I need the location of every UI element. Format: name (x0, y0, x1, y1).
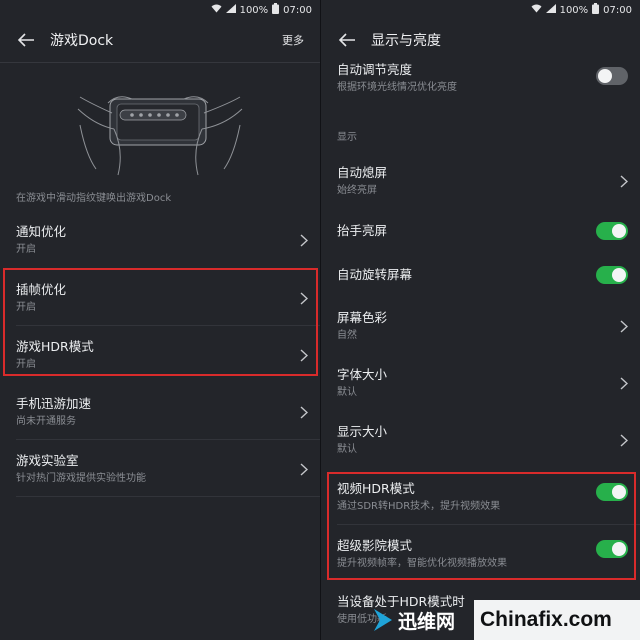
setting-title: 抬手亮屏 (337, 223, 388, 238)
wifi-icon (211, 4, 222, 16)
highlight-box (3, 268, 318, 376)
chevron-right-icon (620, 318, 629, 337)
setting-game-lab[interactable]: 游戏实验室 针对热门游戏提供实验性功能 (0, 440, 320, 497)
battery-icon (592, 3, 600, 17)
clock: 07:00 (283, 4, 312, 16)
setting-mobile-game-boost[interactable]: 手机迅游加速 尚未开通服务 (0, 383, 320, 440)
setting-title: 通知优化 (16, 224, 67, 239)
setting-title: 自动熄屏 (337, 165, 388, 180)
app-bar: 显示与亮度 (321, 18, 640, 62)
section-header-display: 显示 (337, 132, 357, 143)
signal-icon (225, 4, 236, 16)
setting-auto-screen-off[interactable]: 自动熄屏 始终亮屏 (321, 152, 640, 209)
illustration-caption: 在游戏中滑动指纹键唤出游戏Dock (16, 193, 172, 204)
page-title: 游戏Dock (50, 33, 114, 49)
setting-subtitle: 针对热门游戏提供实验性功能 (16, 473, 146, 484)
illustration: 在游戏中滑动指纹键唤出游戏Dock (0, 63, 320, 204)
display-brightness-screen: 100% 07:00 显示与亮度 自动调节亮度 根据环境光线情况优化亮度 显示 … (321, 0, 640, 640)
setting-title: 自动旋转屏幕 (337, 267, 413, 282)
more-button[interactable]: 更多 (282, 32, 304, 48)
back-button[interactable] (14, 28, 38, 52)
toggle-knob (598, 69, 612, 83)
back-button[interactable] (335, 28, 359, 52)
game-dock-screen: 100% 07:00 游戏Dock 更多 在游戏中滑动指纹键唤出游戏Dock 通… (0, 0, 320, 640)
chevron-right-icon (300, 461, 309, 480)
setting-subtitle: 自然 (337, 330, 357, 341)
status-bar: 100% 07:00 (0, 0, 320, 18)
status-bar: 100% 07:00 (321, 0, 640, 18)
setting-notification-optimize[interactable]: 通知优化 开启 (0, 211, 320, 268)
setting-subtitle: 尚未开通服务 (16, 416, 76, 427)
raise-to-wake-toggle[interactable] (596, 222, 628, 240)
row-divider (16, 496, 320, 497)
setting-raise-to-wake[interactable]: 抬手亮屏 (321, 209, 640, 253)
battery-icon (272, 3, 280, 17)
back-arrow-icon (338, 33, 355, 47)
watermark-text-chinese: 迅维网 (398, 610, 456, 633)
logo-arrow-icon (374, 609, 392, 631)
setting-title: 手机迅游加速 (16, 396, 92, 411)
auto-brightness-toggle[interactable] (596, 67, 628, 85)
watermark-text-domain: Chinafix.com (480, 608, 612, 631)
toggle-knob (612, 224, 626, 238)
app-bar: 游戏Dock 更多 (0, 18, 320, 62)
auto-rotate-toggle[interactable] (596, 266, 628, 284)
chevron-right-icon (620, 173, 629, 192)
back-arrow-icon (17, 33, 34, 47)
battery-level: 100% (239, 4, 269, 16)
watermark-domain: Chinafix.com (474, 600, 640, 640)
setting-auto-rotate[interactable]: 自动旋转屏幕 (321, 253, 640, 297)
clock: 07:00 (603, 4, 632, 16)
chevron-right-icon (300, 404, 309, 423)
highlight-box (327, 472, 636, 580)
setting-subtitle: 默认 (337, 387, 357, 398)
setting-title: 屏幕色彩 (337, 310, 388, 325)
chevron-right-icon (300, 232, 309, 251)
setting-title: 字体大小 (337, 367, 388, 382)
battery-level: 100% (559, 4, 589, 16)
setting-title: 显示大小 (337, 424, 388, 439)
setting-screen-color[interactable]: 屏幕色彩 自然 (321, 297, 640, 354)
setting-subtitle: 根据环境光线情况优化亮度 (337, 82, 457, 93)
toggle-knob (612, 268, 626, 282)
watermark-logo: 迅维网 (372, 600, 455, 640)
chevron-right-icon (620, 432, 629, 451)
setting-title: 游戏实验室 (16, 453, 79, 468)
page-title: 显示与亮度 (371, 33, 441, 49)
setting-font-size[interactable]: 字体大小 默认 (321, 354, 640, 411)
wifi-icon (531, 4, 542, 16)
signal-icon (545, 4, 556, 16)
setting-auto-brightness[interactable]: 自动调节亮度 根据环境光线情况优化亮度 (321, 62, 640, 108)
setting-subtitle: 开启 (16, 244, 36, 255)
setting-subtitle: 默认 (337, 444, 357, 455)
setting-title: 自动调节亮度 (337, 62, 413, 77)
setting-display-size[interactable]: 显示大小 默认 (321, 411, 640, 468)
chevron-right-icon (620, 375, 629, 394)
hands-holding-phone-illustration (77, 96, 243, 176)
setting-subtitle: 始终亮屏 (337, 185, 377, 196)
